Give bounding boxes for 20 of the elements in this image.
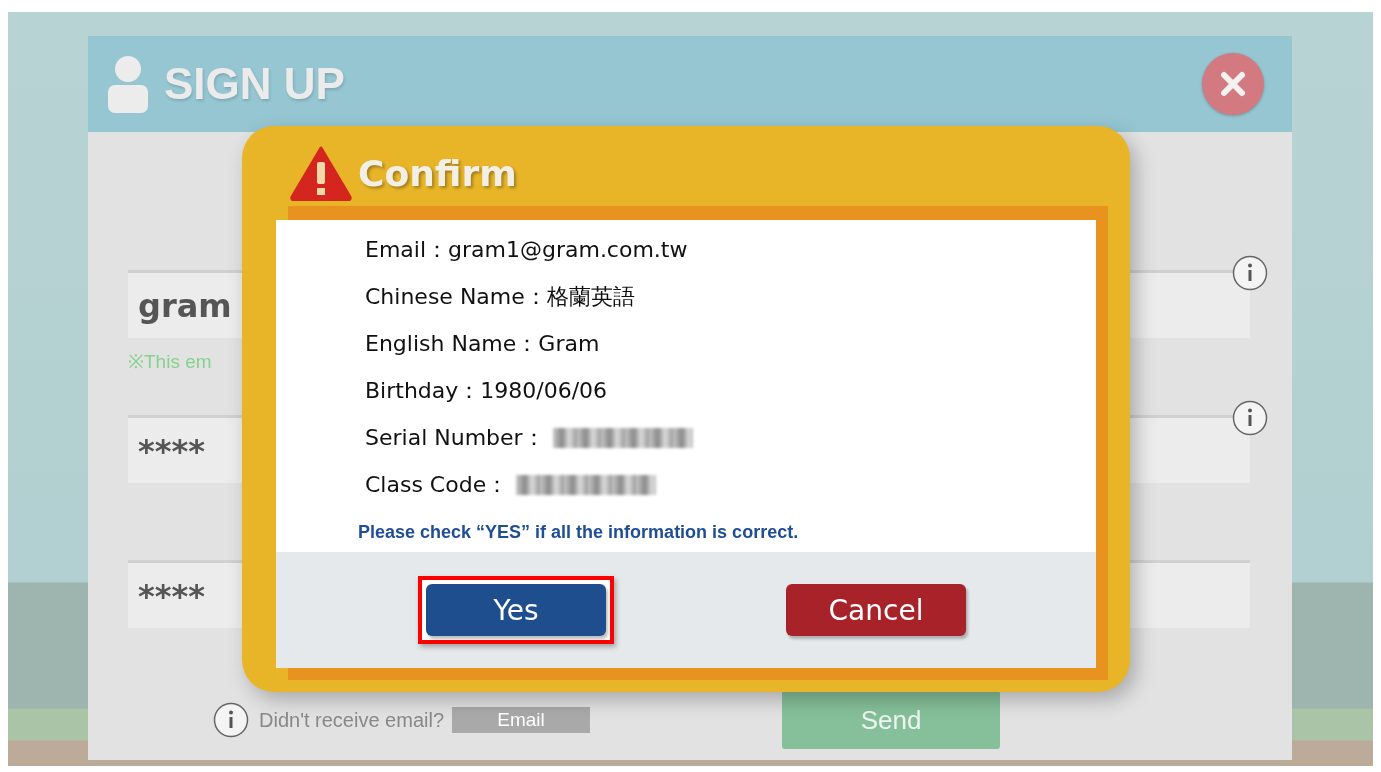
confirm-hint: Please check “YES” if all the information is correct. bbox=[358, 522, 800, 543]
resend-label: Didn't receive email? bbox=[259, 708, 444, 732]
info-row-text: Chinese Name：格蘭英語 bbox=[365, 282, 635, 311]
yes-button[interactable]: Yes bbox=[426, 584, 606, 636]
info-row-label: Serial Number： bbox=[365, 423, 545, 452]
info-row-text: Birthday：1980/06/06 bbox=[365, 376, 608, 405]
close-button[interactable] bbox=[1202, 53, 1264, 115]
person-icon bbox=[108, 55, 148, 113]
info-row-label: Class Code： bbox=[365, 470, 509, 499]
warning-icon bbox=[290, 145, 352, 201]
dialog-title: Confirm bbox=[358, 152, 517, 194]
signup-title: SIGN UP bbox=[164, 59, 345, 109]
email-note: ※This em bbox=[128, 350, 213, 374]
close-icon bbox=[1218, 69, 1248, 99]
info-icon[interactable] bbox=[1232, 255, 1268, 291]
cancel-button[interactable]: Cancel bbox=[786, 584, 966, 636]
info-row-text: Email：gram1@gram.com.tw bbox=[365, 235, 688, 264]
info-icon[interactable] bbox=[213, 702, 249, 738]
info-icon[interactable] bbox=[1232, 400, 1268, 436]
info-row-text: English Name：Gram bbox=[365, 329, 600, 358]
